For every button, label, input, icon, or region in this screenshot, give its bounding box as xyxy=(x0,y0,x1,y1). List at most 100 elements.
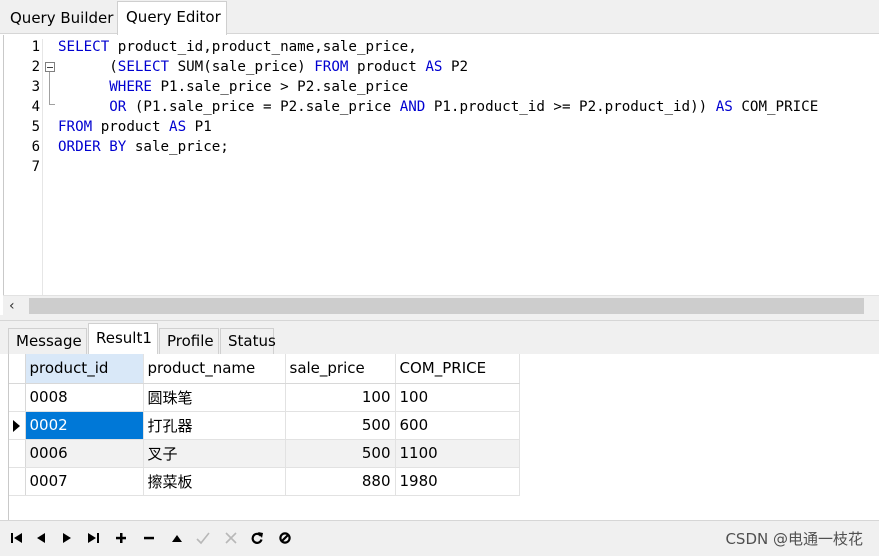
fold-toggle-icon[interactable] xyxy=(45,62,55,72)
current-row-pointer-icon xyxy=(13,419,21,432)
next-record-icon[interactable] xyxy=(56,527,78,549)
cell-sale-price[interactable]: 100 xyxy=(285,383,396,412)
editor-horizontal-scrollbar[interactable]: ‹ xyxy=(3,295,879,315)
sql-text: sale_price; xyxy=(126,139,229,155)
sql-keyword: WHERE xyxy=(109,79,152,95)
code-line[interactable]: (SELECT SUM(sale_price) FROM product AS … xyxy=(58,57,468,77)
tab-query-builder[interactable]: Query Builder xyxy=(2,4,116,34)
line-number: 4 xyxy=(31,99,40,115)
refresh-icon[interactable] xyxy=(246,527,268,549)
prior-record-icon[interactable] xyxy=(30,527,52,549)
cancel-edit-icon[interactable] xyxy=(220,527,242,549)
code-line[interactable]: FROM product AS P1 xyxy=(58,117,212,137)
cell-sale-price[interactable]: 500 xyxy=(285,439,396,468)
sql-keyword: SELECT xyxy=(117,59,170,75)
tab-query-editor[interactable]: Query Editor xyxy=(117,1,227,35)
sql-text: (P1.sale_price = P2.sale_price xyxy=(126,99,400,115)
gutter-separator xyxy=(42,39,43,295)
edit-record-icon[interactable] xyxy=(166,527,188,549)
sql-text: P1.sale_price > P2.sale_price xyxy=(151,79,409,95)
last-record-icon[interactable] xyxy=(82,527,104,549)
code-line[interactable]: OR (P1.sale_price = P2.sale_price AND P1… xyxy=(58,97,818,117)
sql-keyword: FROM xyxy=(58,119,93,135)
sql-text: ( xyxy=(58,59,118,75)
cell-product-id[interactable]: 0008 xyxy=(25,383,144,412)
line-number: 7 xyxy=(31,159,40,175)
first-record-icon[interactable] xyxy=(6,527,28,549)
record-navigator-toolbar: CSDN @电通一枝花 xyxy=(0,520,879,556)
column-header-com-price[interactable]: COM_PRICE xyxy=(395,354,520,384)
tab-profile[interactable]: Profile xyxy=(159,328,219,354)
cell-product-id[interactable]: 0007 xyxy=(25,467,144,496)
cell-com-price[interactable]: 1980 xyxy=(395,467,520,496)
row-indicator[interactable] xyxy=(9,383,26,412)
sql-text: product xyxy=(92,119,170,135)
line-number: 1 xyxy=(31,39,40,55)
line-number: 2 xyxy=(31,59,40,75)
sql-keyword: AND xyxy=(399,99,426,115)
sql-text: COM_PRICE xyxy=(732,99,819,115)
cell-sale-price[interactable]: 500 xyxy=(285,411,396,440)
tab-status[interactable]: Status xyxy=(220,328,276,354)
sql-text: product xyxy=(348,59,426,75)
insert-record-icon[interactable] xyxy=(110,527,132,549)
table-row[interactable]: 0002 打孔器 500 600 xyxy=(9,411,520,440)
cell-com-price[interactable]: 1100 xyxy=(395,439,520,468)
sql-keyword: SELECT xyxy=(58,39,110,55)
code-line[interactable]: SELECT product_id,product_name,sale_pric… xyxy=(58,37,417,57)
line-number: 3 xyxy=(31,79,40,95)
line-number-gutter: 1 2 3 4 5 6 7 xyxy=(4,35,57,295)
table-row[interactable]: 0006 叉子 500 1100 xyxy=(9,439,520,468)
row-indicator[interactable] xyxy=(9,411,26,440)
cell-product-id[interactable]: 0002 xyxy=(25,411,144,440)
column-header-product-name[interactable]: product_name xyxy=(143,354,286,384)
cell-com-price[interactable]: 100 xyxy=(395,383,520,412)
row-indicator[interactable] xyxy=(9,467,26,496)
stop-icon[interactable] xyxy=(274,527,296,549)
tab-result1[interactable]: Result1 xyxy=(88,323,158,355)
sql-text: P1.product_id >= P2.product_id)) xyxy=(425,99,716,115)
column-header-product-id[interactable]: product_id xyxy=(25,354,144,384)
grid-header-row: product_id product_name sale_price COM_P… xyxy=(9,354,520,384)
cell-sale-price[interactable]: 880 xyxy=(285,467,396,496)
code-line[interactable]: WHERE P1.sale_price > P2.sale_price xyxy=(58,77,408,97)
query-tab-strip: Query Builder Query Editor xyxy=(0,0,879,35)
row-indicator[interactable] xyxy=(9,439,26,468)
cell-com-price[interactable]: 600 xyxy=(395,411,520,440)
post-edit-icon[interactable] xyxy=(192,527,214,549)
table-row[interactable]: 0008 圆珠笔 100 100 xyxy=(9,383,520,412)
sql-text: SUM(sale_price) xyxy=(169,59,315,75)
sql-editor[interactable]: 1 2 3 4 5 6 7 SELECT product_id,product_… xyxy=(3,35,879,295)
sql-text: P2 xyxy=(442,59,469,75)
result-tab-strip: Message Result1 Profile Status xyxy=(0,321,879,355)
fold-guide-end xyxy=(49,104,55,105)
sql-keyword: FROM xyxy=(314,59,349,75)
cell-product-name[interactable]: 圆珠笔 xyxy=(143,383,286,412)
row-indicator-header xyxy=(9,354,26,384)
tab-message[interactable]: Message xyxy=(8,328,87,354)
sql-text: product_id,product_name,sale_price, xyxy=(109,39,417,55)
sql-keyword: AS xyxy=(715,99,733,115)
line-number: 5 xyxy=(31,119,40,135)
column-header-sale-price[interactable]: sale_price xyxy=(285,354,396,384)
scroll-left-icon[interactable]: ‹ xyxy=(9,297,15,315)
sql-keyword: AS xyxy=(425,59,443,75)
sql-keyword: OR xyxy=(109,99,127,115)
cell-product-name[interactable]: 擦菜板 xyxy=(143,467,286,496)
result-grid: product_id product_name sale_price COM_P… xyxy=(9,354,520,496)
cell-product-id[interactable]: 0006 xyxy=(25,439,144,468)
watermark: CSDN @电通一枝花 xyxy=(725,530,863,548)
scrollbar-thumb[interactable] xyxy=(29,298,864,314)
result-grid-area: product_id product_name sale_price COM_P… xyxy=(8,354,879,520)
sql-keyword: ORDER BY xyxy=(58,139,127,155)
sql-keyword: AS xyxy=(169,119,187,135)
fold-guide xyxy=(49,72,50,104)
line-number: 6 xyxy=(31,139,40,155)
cell-product-name[interactable]: 叉子 xyxy=(143,439,286,468)
table-row[interactable]: 0007 擦菜板 880 1980 xyxy=(9,467,520,496)
code-line[interactable]: ORDER BY sale_price; xyxy=(58,137,229,157)
cell-product-name[interactable]: 打孔器 xyxy=(143,411,286,440)
delete-record-icon[interactable] xyxy=(138,527,160,549)
